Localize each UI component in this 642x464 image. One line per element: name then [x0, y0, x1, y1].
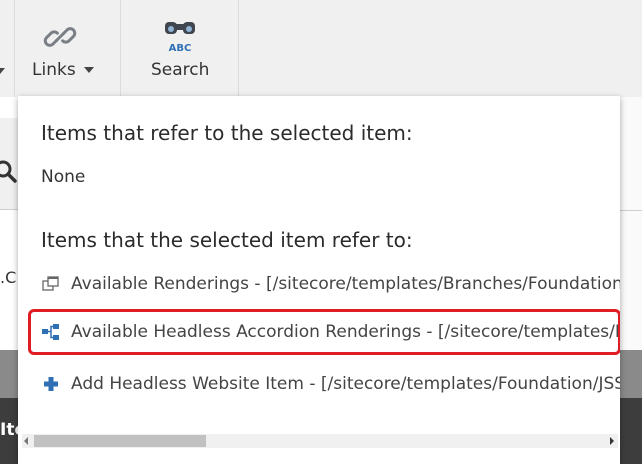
reference-item-available-renderings[interactable]: Available Renderings - [/sitecore/templa…: [41, 272, 620, 296]
horizontal-scrollbar[interactable]: [22, 434, 618, 448]
background-fragment-text: .C: [0, 268, 17, 287]
background-search-row: [0, 118, 20, 210]
plus-icon: [41, 374, 61, 394]
referrers-heading: Items that refer to the selected item:: [41, 121, 413, 145]
divider: [620, 210, 642, 211]
ribbon-prev-group: [0, 0, 14, 97]
chevron-down-icon: [83, 67, 94, 73]
binoculars-search-icon: ABC: [162, 18, 198, 58]
reference-label: Available Renderings - [/sitecore/templa…: [71, 274, 620, 294]
rendering-folder-icon: [41, 274, 61, 294]
search-icon[interactable]: [0, 160, 18, 188]
links-button[interactable]: Links: [15, 0, 120, 97]
ribbon-toolbar: Links ABC Search: [0, 0, 642, 97]
background-right-strip: [620, 97, 642, 350]
links-label: Links: [32, 60, 76, 80]
reference-label: Add Headless Website Item - [/sitecore/t…: [71, 374, 620, 394]
highlight-box: [28, 309, 620, 355]
reference-item-add-headless-website-item[interactable]: Add Headless Website Item - [/sitecore/t…: [41, 372, 620, 396]
links-dropdown-panel: Items that refer to the selected item: N…: [18, 96, 620, 464]
referrers-none-text: None: [41, 167, 86, 187]
search-label: Search: [151, 60, 210, 80]
scroll-left-arrow-icon[interactable]: [24, 437, 28, 445]
ribbon-separator: [238, 0, 239, 97]
search-button[interactable]: ABC Search: [121, 0, 238, 97]
scroll-right-arrow-icon[interactable]: [610, 437, 614, 445]
scrollbar-thumb[interactable]: [34, 435, 206, 447]
references-heading: Items that the selected item refer to:: [41, 228, 413, 252]
link-chain-icon: [43, 20, 77, 58]
search-icon-abc-text: ABC: [169, 43, 192, 54]
prev-dropdown-caret-icon[interactable]: [0, 68, 5, 74]
